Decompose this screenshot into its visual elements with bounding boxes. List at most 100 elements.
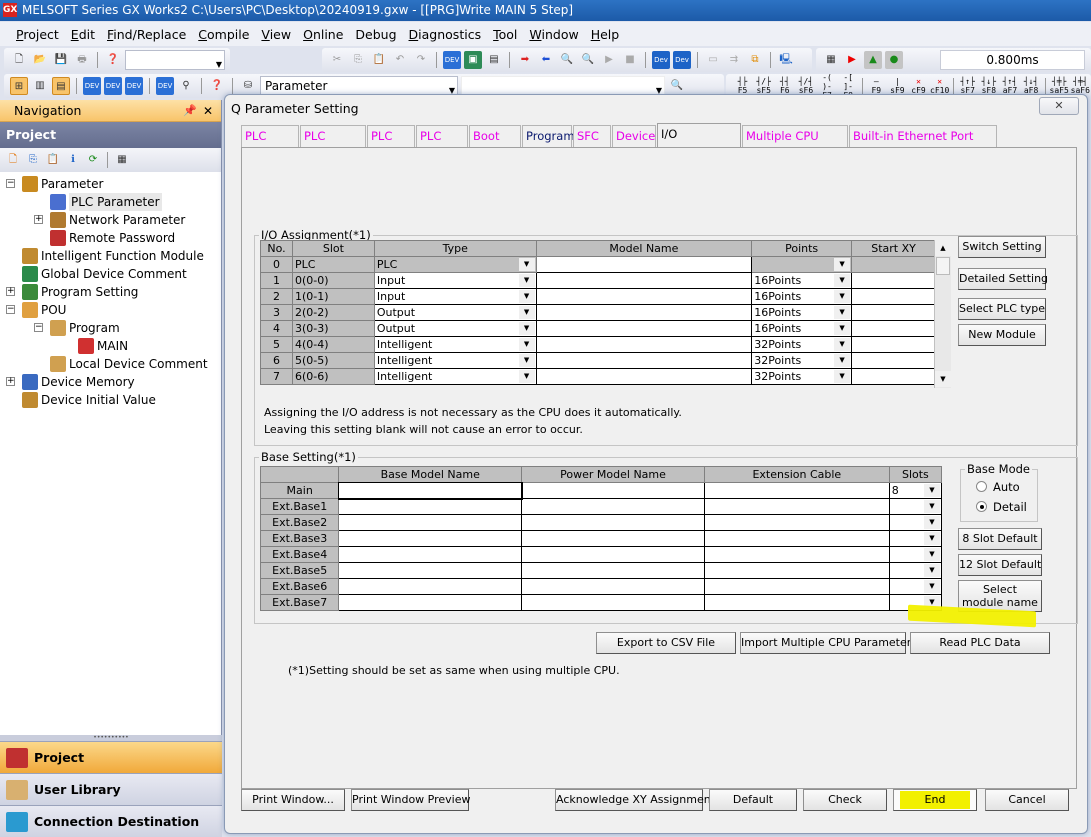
cut-icon[interactable]: ✂ xyxy=(328,51,346,69)
print-window-preview-button[interactable]: Print Window Preview xyxy=(351,789,471,811)
device-tree-icon[interactable]: DEV xyxy=(125,77,143,95)
tree-item[interactable]: + Network Parameter xyxy=(0,211,221,229)
new-data-icon[interactable]: 🗋 xyxy=(4,151,22,169)
tab-sfc[interactable]: SFC xyxy=(573,125,611,147)
model-name-cell[interactable] xyxy=(535,256,753,273)
module-icon[interactable]: ▥ xyxy=(31,77,49,95)
slots-cell[interactable]: ▼ xyxy=(888,546,943,563)
extension-cable-cell[interactable] xyxy=(703,482,890,499)
expand-icon[interactable]: + xyxy=(34,215,43,224)
slots-cell[interactable]: ▼ xyxy=(888,562,943,579)
extension-cable-cell[interactable] xyxy=(703,562,890,579)
model-name-cell[interactable] xyxy=(535,288,753,305)
new-project-icon[interactable]: 🗋 xyxy=(10,51,28,69)
chevron-down-icon[interactable]: ▼ xyxy=(924,516,940,529)
type-cell[interactable]: Output ▼ xyxy=(373,320,537,337)
type-cell[interactable]: Output ▼ xyxy=(373,304,537,321)
chevron-down-icon[interactable]: ▼ xyxy=(834,274,851,287)
extension-cable-cell[interactable] xyxy=(703,530,890,547)
model-name-cell[interactable] xyxy=(535,320,753,337)
device-batch-icon[interactable]: DEV xyxy=(443,51,461,69)
refresh-icon[interactable]: ⟳ xyxy=(84,151,102,169)
import-multiple-cpu-button[interactable]: Import Multiple CPU Parameter xyxy=(740,632,911,654)
points-cell[interactable]: 32Points ▼ xyxy=(751,336,853,353)
tree-item[interactable]: + Device Memory xyxy=(0,373,221,391)
slots-cell[interactable]: ▼ xyxy=(888,498,943,515)
points-cell[interactable]: 16Points ▼ xyxy=(751,320,853,337)
chevron-down-icon[interactable]: ▼ xyxy=(518,306,535,319)
chevron-down-icon[interactable]: ▼ xyxy=(834,306,851,319)
tab-plc-name[interactable]: PLC Name xyxy=(241,125,299,164)
type-cell[interactable]: Intelligent ▼ xyxy=(373,352,537,369)
menu-edit[interactable]: Edit xyxy=(65,27,101,42)
ladder-tool-sf6[interactable]: ┤/┤ sF6 xyxy=(795,77,816,95)
menu-help[interactable]: Help xyxy=(585,27,626,42)
slots-cell[interactable]: 8 ▼ xyxy=(888,482,943,499)
ladder-tool-saf5[interactable]: ┤╪├ saF5 xyxy=(1049,77,1070,95)
tab-built-in-ethernet-port-setting[interactable]: Built-in Ethernet Port Setting xyxy=(849,125,997,164)
base-mode-detail[interactable]: Detail xyxy=(976,500,1027,514)
ladder-tool-cf9[interactable]: ✕ cF9 xyxy=(908,77,929,95)
device-list-icon[interactable]: DEV xyxy=(104,77,122,95)
acknowledge-xy-button[interactable]: Acknowledge XY Assignment xyxy=(555,789,715,811)
search-combo[interactable]: ▼ xyxy=(461,76,665,96)
sort-icon[interactable]: ▦ xyxy=(113,151,131,169)
chevron-down-icon[interactable]: ▼ xyxy=(834,338,851,351)
base-model-cell[interactable] xyxy=(337,481,523,500)
expand-icon[interactable]: + xyxy=(6,287,15,296)
io-button-detailed-setting[interactable]: Detailed Setting xyxy=(958,268,1048,290)
base-model-cell[interactable] xyxy=(338,562,523,579)
chevron-down-icon[interactable]: ▼ xyxy=(924,564,940,577)
model-name-cell[interactable] xyxy=(535,272,753,289)
chevron-down-icon[interactable]: ▼ xyxy=(924,580,940,593)
ladder-tool-saf6[interactable]: ┤╪┤ saF6 xyxy=(1070,77,1091,95)
tab-program[interactable]: Program xyxy=(522,125,575,147)
chevron-down-icon[interactable]: ▼ xyxy=(518,290,535,303)
device-find-icon[interactable]: DEV xyxy=(83,77,101,95)
expand-icon[interactable]: + xyxy=(6,377,15,386)
stop-monitor-icon[interactable]: ■ xyxy=(621,51,639,69)
menu-find-replace[interactable]: Find/Replace xyxy=(101,27,192,42)
start-xy-cell[interactable] xyxy=(851,288,936,305)
chevron-down-icon[interactable]: ▼ xyxy=(924,484,940,497)
start-xy-cell[interactable] xyxy=(851,320,936,337)
chevron-down-icon[interactable]: ▼ xyxy=(834,354,851,367)
menu-view[interactable]: View xyxy=(255,27,297,42)
tree-item[interactable]: Local Device Comment xyxy=(0,355,221,373)
radio-icon[interactable] xyxy=(976,481,987,492)
note-icon[interactable]: ⧉ xyxy=(746,51,764,69)
model-name-cell[interactable] xyxy=(535,304,753,321)
start-xy-cell[interactable] xyxy=(851,304,936,321)
start-xy-cell[interactable] xyxy=(851,336,936,353)
default-button[interactable]: Default xyxy=(709,789,797,811)
type-cell[interactable]: Input ▼ xyxy=(373,272,537,289)
tree-item[interactable]: − Parameter xyxy=(0,175,221,193)
print-window-button[interactable]: Print Window... xyxy=(241,789,345,811)
error-icon[interactable]: ● xyxy=(885,51,903,69)
device-watch-icon[interactable]: DEV xyxy=(156,77,174,95)
power-model-cell[interactable] xyxy=(521,578,705,595)
base-model-cell[interactable] xyxy=(338,594,523,611)
ladder-tool-af8[interactable]: ┤↓┤ aF8 xyxy=(1021,77,1042,95)
power-model-cell[interactable] xyxy=(521,482,705,499)
ladder-tool-sf5[interactable]: ┤/├ sF5 xyxy=(753,77,774,95)
tree-item[interactable]: PLC Parameter xyxy=(0,193,221,211)
save-icon[interactable]: 💾 xyxy=(52,51,70,69)
model-name-cell[interactable] xyxy=(535,352,753,369)
start-monitor-icon[interactable]: ▶ xyxy=(600,51,618,69)
tree-item[interactable]: Global Device Comment xyxy=(0,265,221,283)
ladder-tool-sf9[interactable]: | sF9 xyxy=(887,77,908,95)
base-button-8-slot-default[interactable]: 8 Slot Default xyxy=(958,528,1042,550)
tree-item[interactable]: Device Initial Value xyxy=(0,391,221,409)
type-cell[interactable]: Input ▼ xyxy=(373,288,537,305)
points-cell[interactable]: 32Points ▼ xyxy=(751,352,853,369)
io-button-switch-setting[interactable]: Switch Setting xyxy=(958,236,1046,258)
tree-item[interactable]: Remote Password xyxy=(0,229,221,247)
collapse-icon[interactable]: − xyxy=(34,323,43,332)
menu-online[interactable]: Online xyxy=(297,27,349,42)
power-model-cell[interactable] xyxy=(521,562,705,579)
nav-tab-project[interactable]: Project xyxy=(0,741,222,773)
chevron-down-icon[interactable]: ▼ xyxy=(518,338,535,351)
tree-item[interactable]: + Program Setting xyxy=(0,283,221,301)
tab-plc-system[interactable]: PLC System xyxy=(300,125,366,164)
